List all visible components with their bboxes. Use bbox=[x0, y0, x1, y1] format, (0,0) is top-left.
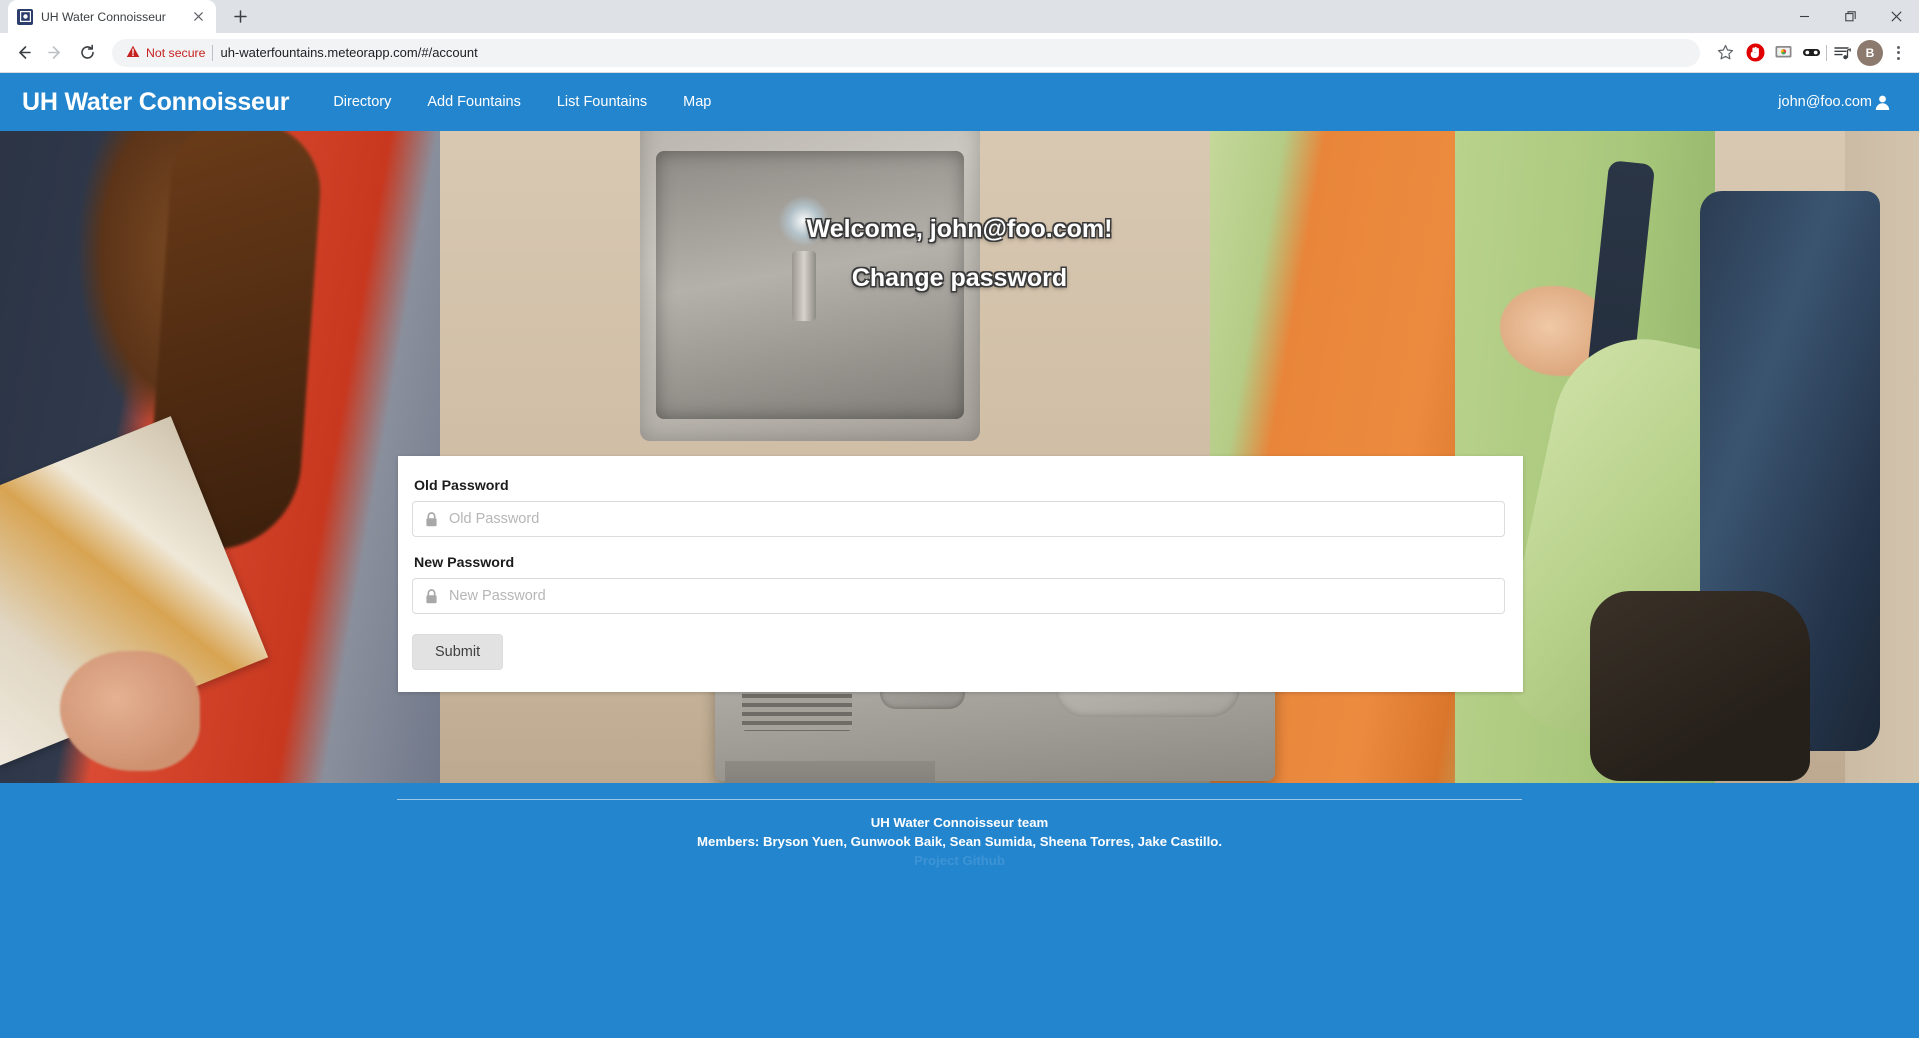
lock-icon bbox=[425, 511, 438, 527]
window-controls bbox=[1781, 0, 1919, 33]
site-brand[interactable]: UH Water Connoisseur bbox=[22, 88, 290, 117]
address-bar[interactable]: Not secure uh-waterfountains.meteorapp.c… bbox=[112, 38, 1700, 67]
security-label: Not secure bbox=[146, 45, 206, 60]
glasses-extension-icon[interactable] bbox=[1798, 40, 1824, 66]
hero-text-block: Welcome, john@foo.com! Change password bbox=[0, 215, 1919, 293]
change-password-heading: Change password bbox=[851, 264, 1068, 292]
window-close-icon[interactable] bbox=[1873, 0, 1919, 33]
browser-chrome: UH Water Connoisseur Not secure uh-water… bbox=[0, 0, 1919, 73]
submit-button[interactable]: Submit bbox=[412, 634, 504, 670]
account-menu[interactable]: john@foo.com bbox=[1778, 94, 1897, 111]
user-icon bbox=[1874, 94, 1891, 111]
hero-banner: ELKAY Welcome, john@foo.com! Change pass… bbox=[0, 131, 1919, 783]
reading-list-icon[interactable] bbox=[1829, 40, 1855, 66]
nav-link-directory[interactable]: Directory bbox=[315, 86, 409, 118]
app-favicon bbox=[17, 8, 33, 25]
reload-icon[interactable] bbox=[72, 38, 102, 68]
nav-link-map[interactable]: Map bbox=[665, 86, 729, 118]
hero-backpack-pouch bbox=[1590, 591, 1810, 781]
url-text: uh-waterfountains.meteorapp.com/#/accoun… bbox=[220, 45, 478, 60]
new-password-input-wrap[interactable] bbox=[412, 578, 1505, 614]
adblock-icon[interactable] bbox=[1742, 40, 1768, 66]
account-email: john@foo.com bbox=[1778, 94, 1872, 110]
new-password-label: New Password bbox=[414, 555, 515, 571]
star-icon[interactable] bbox=[1710, 38, 1740, 68]
security-indicator[interactable]: Not secure bbox=[126, 45, 205, 61]
forward-arrow-icon[interactable] bbox=[40, 38, 70, 68]
omnibox-divider bbox=[212, 44, 214, 61]
field-spacer bbox=[412, 543, 1505, 555]
footer-members-line: Members: Bryson Yuen, Gunwook Baik, Sean… bbox=[697, 834, 1222, 849]
nav-link-add-fountains[interactable]: Add Fountains bbox=[409, 86, 539, 118]
hero-fountain-pedestal bbox=[725, 761, 935, 783]
new-password-group: New Password bbox=[412, 555, 1505, 614]
browser-toolbar: Not secure uh-waterfountains.meteorapp.c… bbox=[0, 33, 1919, 73]
lock-icon bbox=[425, 588, 438, 604]
nav-link-list-fountains[interactable]: List Fountains bbox=[539, 86, 665, 118]
kebab-menu-icon[interactable] bbox=[1885, 40, 1911, 66]
nav-links: Directory Add Fountains List Fountains M… bbox=[315, 86, 729, 118]
page-root: UH Water Connoisseur Directory Add Fount… bbox=[0, 73, 1919, 1038]
plus-icon[interactable] bbox=[226, 2, 254, 30]
footer-team-line: UH Water Connoisseur team bbox=[870, 815, 1049, 830]
back-arrow-icon[interactable] bbox=[8, 38, 38, 68]
warning-triangle-icon bbox=[126, 45, 140, 61]
welcome-heading: Welcome, john@foo.com! bbox=[806, 215, 1113, 243]
screencast-icon[interactable] bbox=[1770, 40, 1796, 66]
restore-icon[interactable] bbox=[1827, 0, 1873, 33]
site-navbar: UH Water Connoisseur Directory Add Fount… bbox=[0, 73, 1919, 131]
old-password-input[interactable] bbox=[449, 511, 1492, 527]
tab-strip: UH Water Connoisseur bbox=[0, 0, 1919, 33]
minimize-icon[interactable] bbox=[1781, 0, 1827, 33]
change-password-card: Old Password New Password Submit bbox=[398, 456, 1523, 692]
tab-title: UH Water Connoisseur bbox=[41, 9, 166, 24]
hero-person-left-hand bbox=[60, 651, 200, 771]
old-password-input-wrap[interactable] bbox=[412, 501, 1505, 537]
close-icon[interactable] bbox=[190, 8, 207, 25]
browser-tab[interactable]: UH Water Connoisseur bbox=[8, 0, 216, 33]
project-github-link[interactable]: Project Github bbox=[397, 851, 1522, 870]
old-password-group: Old Password bbox=[412, 478, 1505, 537]
profile-avatar[interactable]: B bbox=[1857, 39, 1883, 66]
site-footer: UH Water Connoisseur team Members: Bryso… bbox=[0, 783, 1919, 1038]
footer-divider: UH Water Connoisseur team Members: Bryso… bbox=[397, 799, 1522, 870]
new-password-input[interactable] bbox=[449, 588, 1492, 604]
old-password-label: Old Password bbox=[414, 478, 509, 494]
toolbar-divider bbox=[1826, 44, 1827, 61]
